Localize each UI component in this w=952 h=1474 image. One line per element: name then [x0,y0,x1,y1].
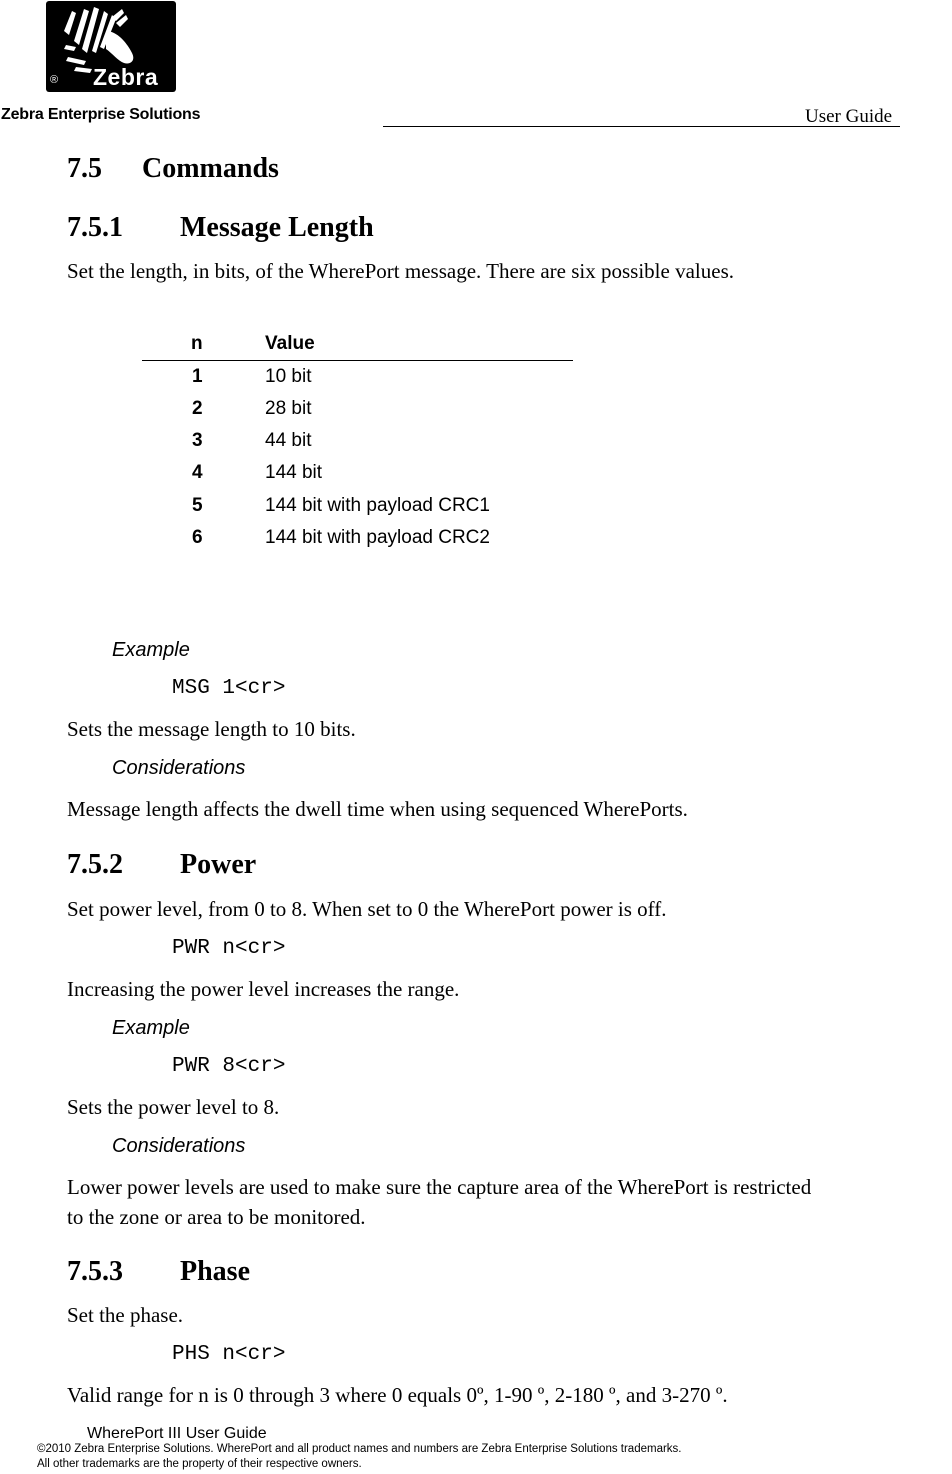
table-cell-n: 3 [192,430,203,451]
section-number: 7.5 [67,153,102,184]
table-cell-value: 44 bit [265,430,312,451]
command-example: PWR 8<cr> [172,1055,286,1078]
paragraph: Set the length, in bits, of the WherePor… [67,259,734,283]
table-cell-value: 144 bit with payload CRC1 [265,495,490,516]
subsection-number: 7.5.3 [67,1256,123,1287]
considerations-label: Considerations [112,1135,246,1157]
paragraph: Sets the power level to 8. [67,1095,280,1119]
paragraph: Message length affects the dwell time wh… [67,797,688,821]
table-cell-n: 4 [192,462,203,483]
table-cell-value: 144 bit [265,462,323,483]
table-cell-n: 2 [192,398,203,419]
example-label: Example [112,639,190,661]
table-cell-value: 144 bit with payload CRC2 [265,527,490,548]
table-cell-n: 1 [192,366,203,387]
command-syntax: PHS n<cr> [172,1343,286,1366]
subsection-title: Power [180,849,257,880]
registered-mark: ® [50,74,59,86]
footer-trademarks: All other trademarks are the property of… [37,1458,362,1470]
command-syntax: PWR n<cr> [172,937,286,960]
command-example: MSG 1<cr> [172,677,286,700]
footer-title: WherePort III User Guide [87,1425,267,1442]
header-doc-type: User Guide [805,106,893,127]
subsection-title: Phase [180,1256,250,1287]
considerations-label: Considerations [112,757,246,779]
table-cell-n: 5 [192,495,203,516]
paragraph: Increasing the power level increases the… [67,977,460,1001]
paragraph: to the zone or area to be monitored. [67,1205,366,1229]
paragraph: Set power level, from 0 to 8. When set t… [67,897,667,921]
table-header-n: n [191,333,203,354]
example-label: Example [112,1017,190,1039]
subsection-number: 7.5.2 [67,849,123,880]
paragraph: Set the phase. [67,1303,184,1327]
subsection-title: Message Length [180,212,374,243]
company-name: Zebra Enterprise Solutions [1,106,201,123]
subsection-number: 7.5.1 [67,212,123,243]
footer-copyright: ©2010 Zebra Enterprise Solutions. WhereP… [37,1443,682,1455]
logo-wordmark: Zebra [93,64,159,90]
table-header-value: Value [265,333,315,354]
table-cell-value: 28 bit [265,398,312,419]
table-cell-n: 6 [192,527,203,548]
paragraph: Sets the message length to 10 bits. [67,717,356,741]
header-divider [383,126,900,127]
paragraph: Lower power levels are used to make sure… [67,1175,812,1199]
table-cell-value: 10 bit [265,366,312,387]
table-header-rule [142,360,573,361]
paragraph: Valid range for n is 0 through 3 where 0… [67,1383,728,1407]
section-title: Commands [142,153,279,184]
